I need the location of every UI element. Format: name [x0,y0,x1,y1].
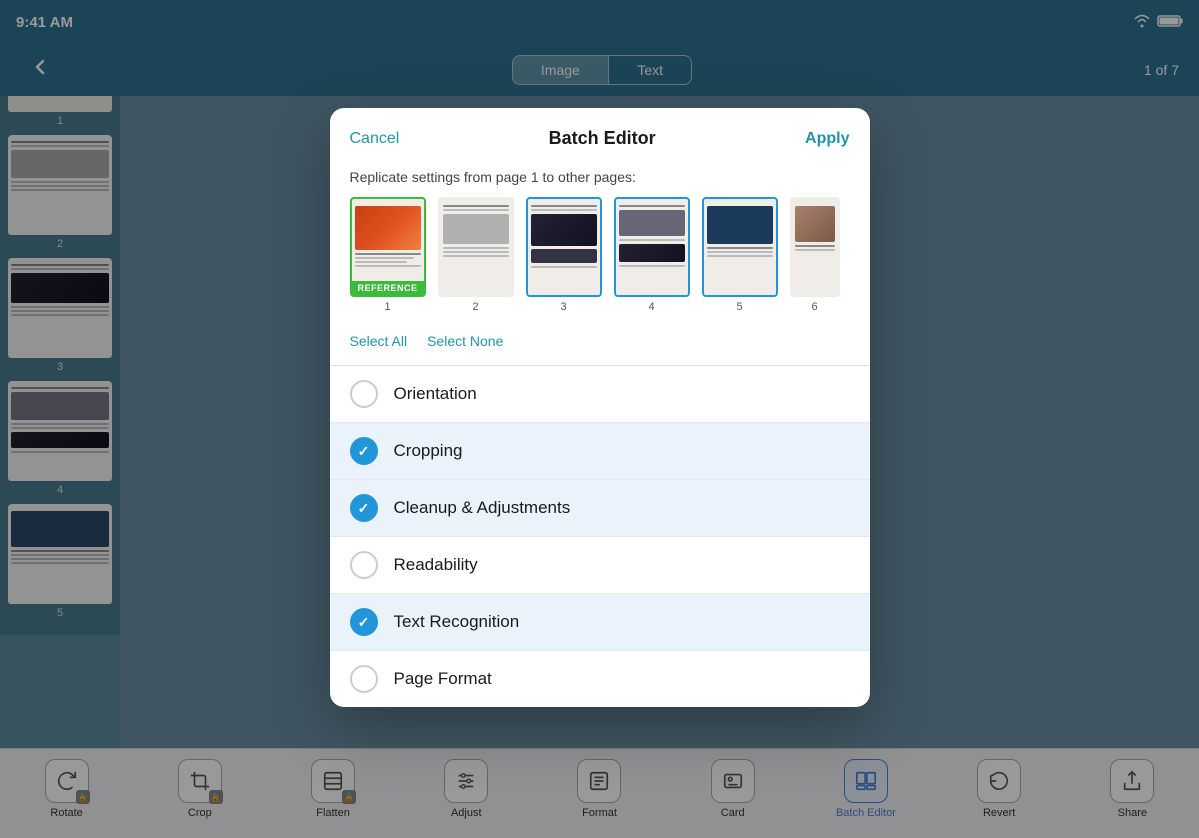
page-strip: REFERENCE 1 2 [330,197,870,329]
strip-label-3: 3 [560,301,566,313]
checkbox-circle-page-format [350,665,378,693]
checkbox-orientation[interactable]: Orientation [330,366,870,423]
strip-thumb-3 [526,197,602,297]
apply-button[interactable]: Apply [805,130,849,148]
checkbox-text-recognition[interactable]: Text Recognition [330,594,870,651]
strip-page-3[interactable]: 3 [526,197,602,313]
select-none-button[interactable]: Select None [427,333,503,349]
strip-label-2: 2 [472,301,478,313]
checkbox-label-text-recognition: Text Recognition [394,612,520,632]
strip-thumb-1: REFERENCE [350,197,426,297]
checkbox-cleanup[interactable]: Cleanup & Adjustments [330,480,870,537]
checkbox-page-format[interactable]: Page Format [330,651,870,707]
modal-header: Cancel Batch Editor Apply [330,108,870,165]
checkbox-label-cleanup: Cleanup & Adjustments [394,498,571,518]
strip-page-1[interactable]: REFERENCE 1 [350,197,426,313]
checkbox-readability[interactable]: Readability [330,537,870,594]
checkbox-circle-cleanup [350,494,378,522]
strip-thumb-6 [790,197,840,297]
checkbox-cropping[interactable]: Cropping [330,423,870,480]
strip-label-4: 4 [648,301,654,313]
reference-badge: REFERENCE [352,281,424,295]
checkbox-circle-cropping [350,437,378,465]
strip-thumb-4 [614,197,690,297]
strip-page-5[interactable]: 5 [702,197,778,313]
batch-editor-modal: Cancel Batch Editor Apply Replicate sett… [330,108,870,707]
checkbox-list: Orientation Cropping Cleanup & Adjustmen… [330,366,870,707]
checkbox-label-orientation: Orientation [394,384,477,404]
strip-page-6[interactable]: 6 [790,197,840,313]
modal-title: Batch Editor [549,128,656,149]
strip-page-2[interactable]: 2 [438,197,514,313]
modal-subtitle: Replicate settings from page 1 to other … [330,165,870,197]
strip-thumb-2 [438,197,514,297]
select-row: Select All Select None [330,329,870,365]
strip-label-1: 1 [384,301,390,313]
checkbox-label-readability: Readability [394,555,478,575]
checkbox-circle-orientation [350,380,378,408]
checkbox-circle-readability [350,551,378,579]
strip-label-6: 6 [811,301,817,313]
strip-page-4[interactable]: 4 [614,197,690,313]
strip-label-5: 5 [736,301,742,313]
cancel-button[interactable]: Cancel [350,130,400,148]
strip-thumb-5 [702,197,778,297]
checkbox-label-page-format: Page Format [394,669,492,689]
checkbox-label-cropping: Cropping [394,441,463,461]
checkbox-circle-text-recognition [350,608,378,636]
select-all-button[interactable]: Select All [350,333,408,349]
